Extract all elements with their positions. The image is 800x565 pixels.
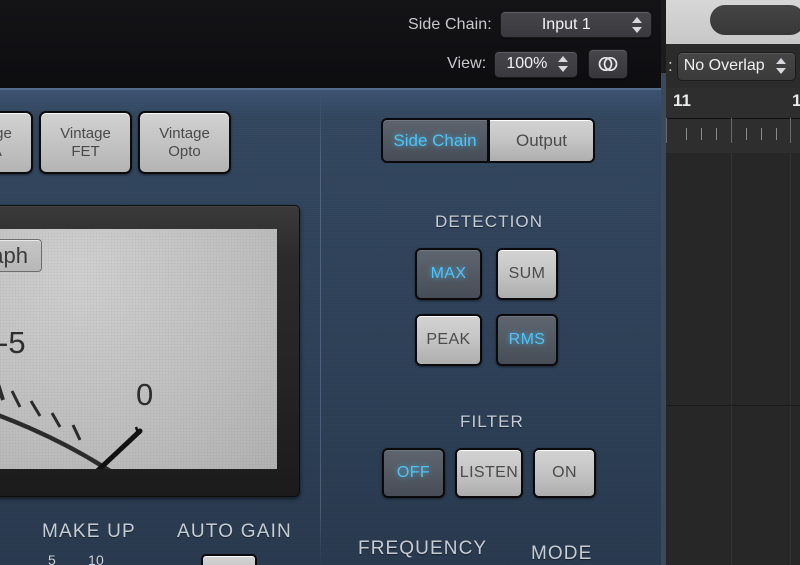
compressor-model-buttons: Vintage VCA Vintage FET Vintage Opto [0, 111, 231, 174]
plugin-header-bar: Side Chain: Input 1 View: 100% [0, 0, 661, 88]
link-icon [598, 56, 618, 72]
host-toolbar-pill-button[interactable] [710, 5, 800, 35]
track-gridline [790, 153, 791, 565]
graph-toggle-button[interactable]: aph [0, 239, 42, 272]
detection-peak-label: PEAK [426, 331, 471, 348]
panel-vertical-divider [320, 94, 321, 565]
chevron-updown-icon[interactable] [631, 16, 643, 34]
sidechain-output-tabs: Side Chain Output [381, 118, 595, 163]
filter-on-label: ON [552, 464, 577, 481]
host-daw-window: : No Overlap 11 13 [661, 0, 800, 565]
tab-side-chain[interactable]: Side Chain [381, 118, 489, 163]
sidechain-value: Input 1 [541, 15, 591, 33]
tab-output[interactable]: Output [489, 118, 595, 163]
sidechain-row: Side Chain: Input 1 [408, 11, 652, 38]
chevron-updown-icon[interactable] [776, 57, 787, 75]
vu-scale-label-zero: 0 [136, 377, 154, 412]
ruler-divider [666, 118, 800, 119]
vu-scale-label-minus5: -5 [0, 325, 26, 360]
ruler-barline [666, 118, 667, 143]
sidechain-select[interactable]: Input 1 [499, 11, 652, 38]
model-button-vintage-fet[interactable]: Vintage FET [39, 111, 132, 174]
filter-button-on[interactable]: ON [533, 448, 596, 498]
auto-gain-label: AUTO GAIN [177, 521, 292, 542]
track-separator [666, 405, 800, 406]
ruler-tick [761, 128, 762, 140]
ruler-bar-number-11: 11 [673, 91, 691, 110]
auto-gain-button[interactable] [201, 554, 257, 565]
ruler-tick [701, 128, 702, 140]
vu-meter-face: aph -5 0 [0, 229, 277, 469]
filter-button-listen[interactable]: LISTEN [455, 448, 523, 498]
filter-section-title: FILTER [460, 412, 524, 431]
panel-top-highlight [0, 88, 661, 90]
make-up-tick-10: 10 [88, 552, 104, 565]
make-up-label: MAKE UP [42, 521, 136, 542]
model-button-vintage-opto[interactable]: Vintage Opto [138, 111, 231, 174]
vu-meter[interactable]: aph -5 0 [0, 205, 300, 497]
detection-sum-label: SUM [508, 265, 546, 282]
ruler-barline [731, 118, 732, 143]
host-overlap-row: : No Overlap [666, 44, 800, 88]
detection-section-title: DETECTION [435, 212, 544, 231]
chevron-updown-icon[interactable] [558, 55, 569, 73]
sidechain-label: Side Chain: [408, 15, 492, 33]
track-gridline [731, 153, 732, 565]
make-up-tick-5: 5 [48, 552, 56, 565]
detection-rms-label: RMS [508, 331, 546, 348]
ruler-tick [716, 128, 717, 140]
overlap-value: No Overlap [683, 57, 765, 74]
view-row: View: 100% [447, 49, 629, 79]
filter-button-off[interactable]: OFF [382, 448, 445, 498]
model-label-line2: Opto [168, 142, 201, 160]
model-label-line2: FET [71, 142, 100, 160]
detection-button-peak[interactable]: PEAK [415, 314, 482, 366]
overlap-select[interactable]: No Overlap [676, 51, 796, 81]
model-label-line1: Vintage [0, 124, 12, 142]
ruler-barline [790, 118, 791, 143]
mode-label: MODE [531, 543, 593, 564]
timeline-tracks-area[interactable] [666, 153, 800, 565]
view-zoom-select[interactable]: 100% [494, 50, 579, 78]
view-zoom-value: 100% [506, 55, 548, 72]
overlap-label: : [668, 56, 673, 75]
model-label-line1: Vintage [159, 124, 210, 142]
detection-max-label: MAX [430, 265, 467, 282]
tab-side-chain-label: Side Chain [393, 130, 477, 150]
timeline-ruler[interactable]: 11 13 [666, 88, 800, 154]
plugin-main-panel: Vintage VCA Vintage FET Vintage Opto aph [0, 88, 661, 565]
detection-button-max[interactable]: MAX [415, 248, 482, 300]
frequency-label: FREQUENCY [358, 538, 488, 559]
model-button-vintage-vca[interactable]: Vintage VCA [0, 111, 33, 174]
compressor-plugin-window: Side Chain: Input 1 View: 100% e Vintage… [0, 0, 661, 565]
ruler-bar-number-13: 13 [792, 91, 800, 110]
ruler-tick [746, 128, 747, 140]
graph-button-label: aph [0, 242, 28, 268]
filter-listen-label: LISTEN [459, 464, 519, 481]
tab-output-label: Output [515, 130, 568, 150]
model-label-line2: VCA [0, 143, 2, 161]
ruler-tick [686, 128, 687, 140]
filter-off-label: OFF [396, 464, 431, 481]
model-label-line1: Vintage [60, 124, 111, 142]
link-button[interactable] [588, 49, 629, 79]
ruler-tick [776, 128, 777, 140]
detection-button-sum[interactable]: SUM [496, 248, 558, 300]
view-label: View: [447, 55, 487, 72]
detection-button-rms[interactable]: RMS [496, 314, 558, 366]
